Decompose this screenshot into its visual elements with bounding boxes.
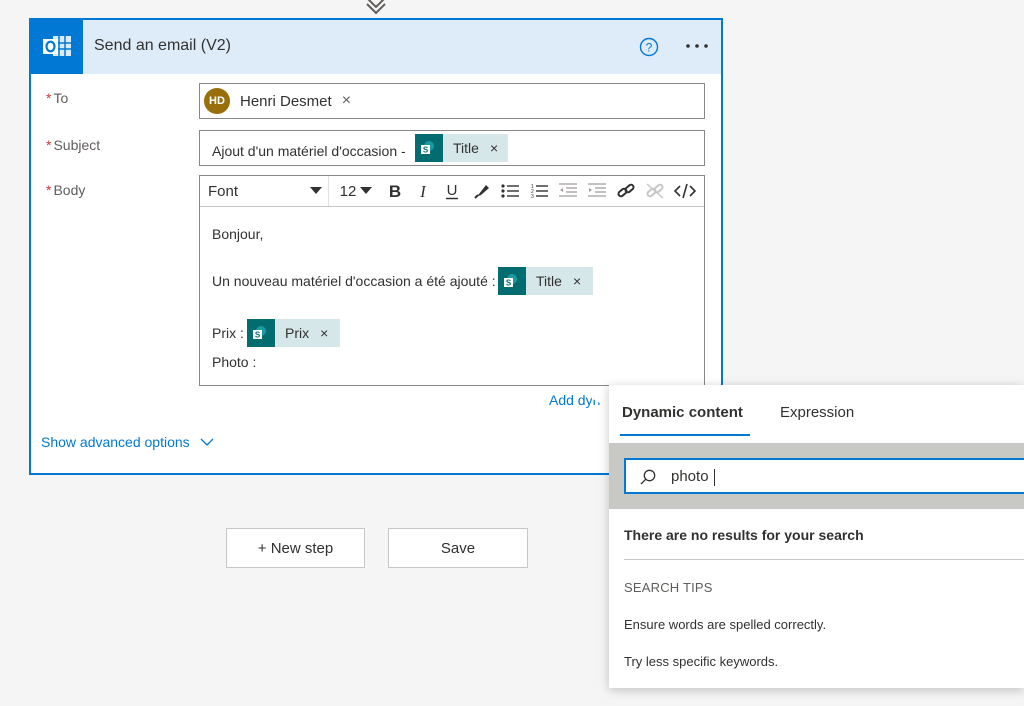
italic-icon[interactable]: I: [411, 176, 435, 206]
tab-expression[interactable]: Expression: [780, 404, 854, 421]
highlight-icon[interactable]: [470, 176, 494, 206]
unlink-icon[interactable]: [643, 176, 667, 206]
required-mark: *: [46, 90, 52, 106]
underline-icon[interactable]: U: [440, 176, 464, 206]
numbered-list-icon[interactable]: 123: [527, 176, 551, 206]
size-select-value: 12: [339, 182, 357, 200]
tab-dynamic-content[interactable]: Dynamic content: [622, 404, 743, 421]
divider: [624, 559, 1024, 560]
search-tips-heading: SEARCH TIPS: [624, 580, 713, 595]
to-label: * To: [46, 90, 68, 106]
sharepoint-icon: S: [415, 134, 443, 162]
svg-text:S: S: [255, 331, 261, 340]
token-label: Title: [536, 273, 562, 289]
search-icon: [640, 469, 656, 485]
svg-text:B: B: [389, 182, 401, 200]
code-view-icon[interactable]: [672, 176, 698, 206]
help-icon[interactable]: ?: [639, 37, 659, 57]
token-label: Title: [453, 140, 479, 156]
editor-toolbar: Font 12 B I U 123: [200, 176, 704, 207]
dynamic-content-panel: Dynamic content Expression photo There a…: [609, 385, 1024, 688]
token-label: Prix: [285, 325, 310, 341]
subject-text: Ajout d'un matériel d'occasion -: [212, 143, 406, 159]
body-title-token[interactable]: S Title ×: [498, 267, 594, 295]
flyout-caret: [591, 388, 609, 408]
bold-icon[interactable]: B: [383, 176, 407, 206]
increase-indent-icon[interactable]: [585, 176, 609, 206]
svg-text:S: S: [506, 279, 512, 288]
new-step-button[interactable]: + New step: [226, 528, 365, 568]
body-price-token[interactable]: S Prix ×: [247, 319, 341, 347]
remove-token-icon[interactable]: ×: [573, 273, 581, 289]
subject-field[interactable]: Ajout d'un matériel d'occasion - S Title…: [199, 130, 705, 166]
title-token[interactable]: S Title ×: [415, 134, 509, 162]
svg-text:?: ?: [646, 41, 653, 55]
link-icon[interactable]: [614, 176, 638, 206]
body-label-text: Body: [53, 182, 86, 198]
svg-text:U: U: [447, 182, 458, 199]
recipient-name: Henri Desmet: [240, 92, 332, 110]
outlook-icon: [31, 20, 83, 74]
body-label: * Body: [46, 182, 85, 198]
svg-text:S: S: [423, 146, 429, 155]
active-tab-indicator: [620, 434, 750, 436]
show-advanced-label: Show advanced options: [41, 434, 190, 450]
decrease-indent-icon[interactable]: [556, 176, 580, 206]
search-band: photo: [609, 443, 1024, 509]
required-mark: *: [46, 137, 52, 153]
dynamic-content-search-input[interactable]: photo: [624, 458, 1024, 494]
svg-text:3: 3: [531, 194, 534, 200]
required-mark: *: [46, 182, 52, 198]
text-caret: [714, 469, 715, 486]
subject-label-text: Subject: [53, 137, 101, 153]
recipient-persona: HD Henri Desmet ×: [204, 88, 351, 114]
save-button[interactable]: Save: [388, 528, 528, 568]
body-line-price: Prix :: [212, 325, 244, 341]
chevron-down-icon: [360, 187, 373, 194]
card-header[interactable]: Send an email (V2) ?: [31, 20, 721, 74]
chevron-down-icon: [200, 438, 214, 446]
avatar: HD: [204, 88, 230, 114]
chevron-down-icon: [310, 187, 322, 194]
no-results-message: There are no results for your search: [624, 527, 864, 543]
body-line-title: Un nouveau matériel d'occasion a été ajo…: [212, 273, 496, 289]
bullet-list-icon[interactable]: [498, 176, 522, 206]
to-field[interactable]: HD Henri Desmet ×: [199, 83, 705, 119]
sharepoint-icon: S: [247, 319, 275, 347]
font-select-value: Font: [208, 182, 239, 200]
search-value: photo: [671, 468, 709, 485]
remove-token-icon[interactable]: ×: [490, 140, 498, 156]
search-tip: Ensure words are spelled correctly.: [624, 617, 827, 632]
more-options-icon[interactable]: [682, 34, 712, 58]
body-editor[interactable]: Font 12 B I U 123 Bonjour, Un nouveau ma…: [199, 175, 705, 386]
remove-token-icon[interactable]: ×: [320, 325, 328, 341]
card-title[interactable]: Send an email (V2): [94, 37, 231, 55]
svg-text:I: I: [419, 182, 427, 200]
to-label-text: To: [53, 90, 69, 106]
font-select[interactable]: Font: [202, 176, 329, 206]
subject-label: * Subject: [46, 137, 100, 153]
size-select[interactable]: 12: [334, 176, 378, 206]
remove-recipient-icon[interactable]: ×: [342, 92, 351, 110]
body-greeting: Bonjour,: [212, 226, 264, 242]
connector-arrow-icon: [366, 0, 386, 15]
sharepoint-icon: S: [498, 267, 526, 295]
search-tip: Try less specific keywords.: [624, 654, 779, 669]
body-line-photo: Photo :: [212, 354, 257, 370]
show-advanced-options[interactable]: Show advanced options: [41, 434, 214, 450]
